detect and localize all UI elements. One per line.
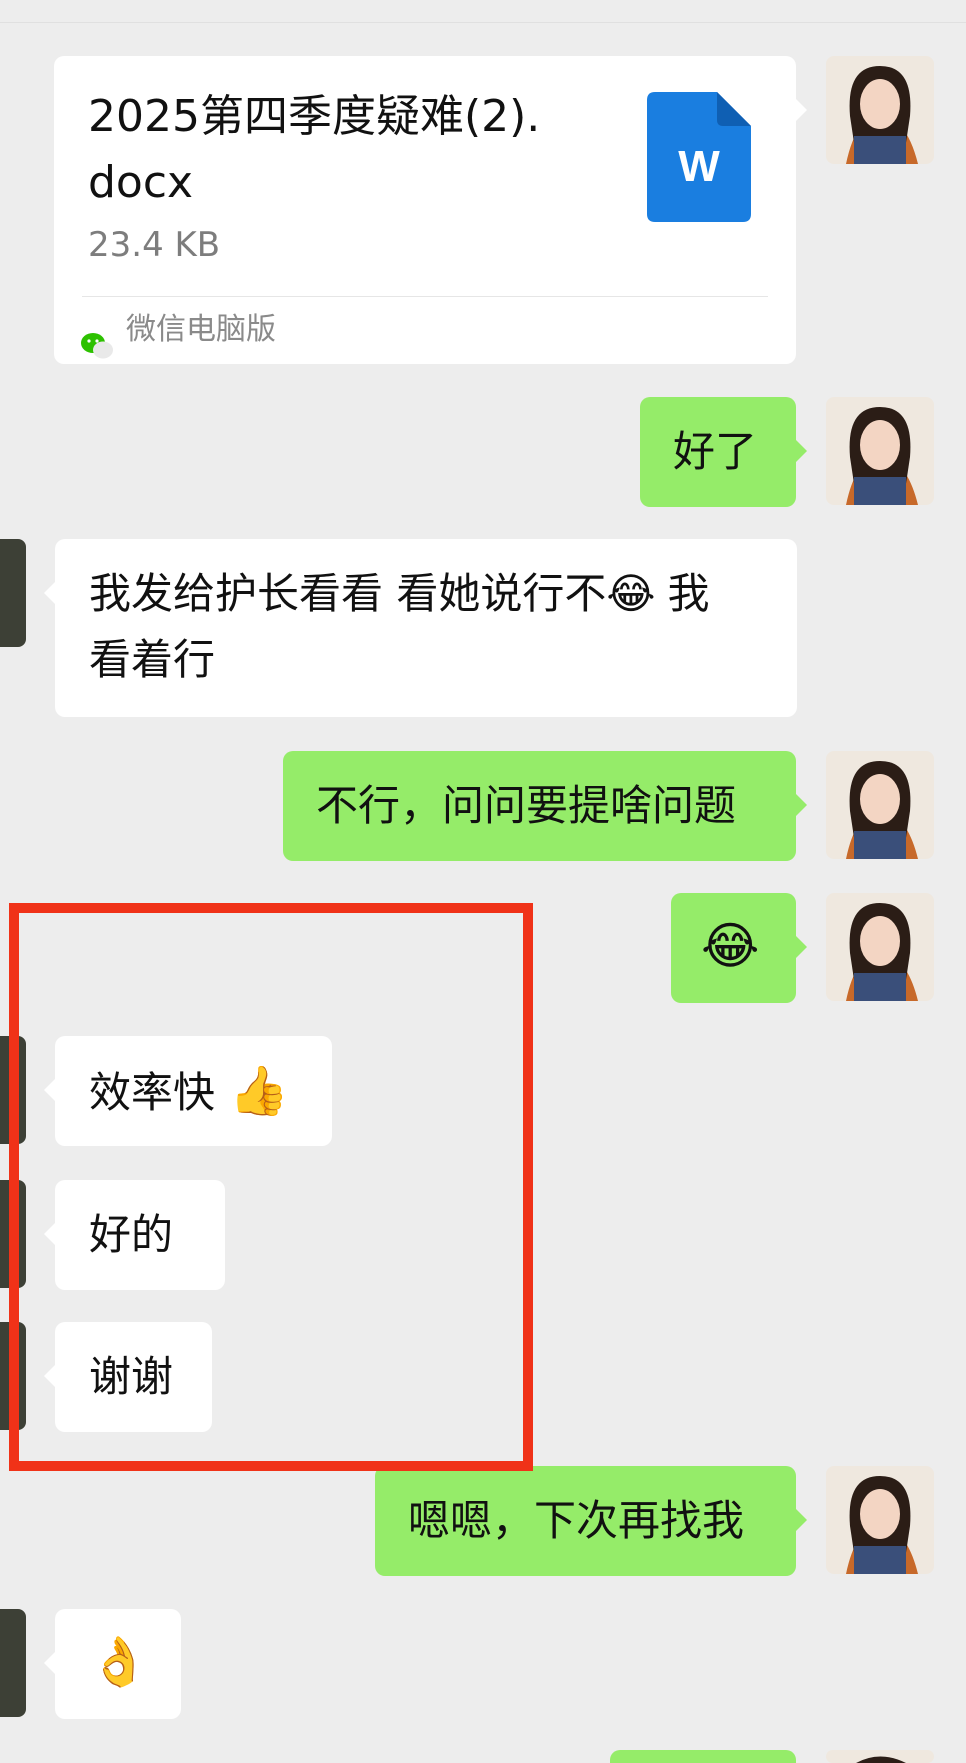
sent-message[interactable]: 嗯嗯，下次再找我 xyxy=(375,1466,796,1576)
bubble-tail xyxy=(796,99,807,121)
message-text: 好了 xyxy=(673,427,758,476)
bubble-tail xyxy=(796,794,807,816)
my-avatar[interactable] xyxy=(826,893,934,1001)
message-text-part: 我发给护长看看 看她说行不 xyxy=(89,569,607,618)
message-text: 不行，问问要提啥问题 xyxy=(316,781,737,830)
bubble-tail xyxy=(796,440,807,462)
top-divider xyxy=(0,22,966,23)
bubble-tail xyxy=(44,1652,55,1674)
file-source-label: 微信电脑版 xyxy=(126,312,276,347)
my-avatar[interactable] xyxy=(826,56,934,164)
my-avatar[interactable] xyxy=(826,751,934,859)
highlight-annotation-box xyxy=(9,903,533,1471)
received-message[interactable]: 👌 xyxy=(55,1609,181,1719)
friend-avatar[interactable] xyxy=(0,1609,26,1717)
my-avatar[interactable] xyxy=(826,397,934,505)
bubble-tail xyxy=(796,1509,807,1531)
my-avatar[interactable] xyxy=(826,1466,934,1574)
message-text-part: 我 xyxy=(667,569,710,618)
message-text: 看着行 xyxy=(89,635,216,684)
my-avatar[interactable] xyxy=(826,1750,934,1763)
bubble-tail xyxy=(796,936,807,958)
file-name-line1: 2025第四季度疑难(2). xyxy=(88,91,541,142)
word-icon-letter: W xyxy=(678,142,720,191)
sent-message[interactable]: 好了 xyxy=(640,397,796,507)
file-message-card[interactable]: 2025第四季度疑难(2). docx 23.4 KB W 微信电脑版 xyxy=(54,56,796,364)
file-size: 23.4 KB xyxy=(88,225,221,265)
laugh-emoji-icon: 😂 xyxy=(701,917,760,975)
message-text: 我发给护长看看 看她说行不😂 我 xyxy=(89,563,709,625)
wechat-logo-icon xyxy=(80,316,114,359)
friend-avatar[interactable] xyxy=(0,539,26,647)
received-message[interactable]: 我发给护长看看 看她说行不😂 我 看着行 xyxy=(55,539,797,717)
file-card-divider xyxy=(82,296,768,297)
ok-hand-emoji-icon: 👌 xyxy=(89,1634,149,1690)
sent-message[interactable]: 不行，问问要提啥问题 xyxy=(283,751,796,861)
sent-message[interactable]: 😂 xyxy=(671,893,796,1003)
word-file-icon: W xyxy=(647,92,751,222)
message-text: 嗯嗯，下次再找我 xyxy=(408,1496,745,1545)
bubble-tail xyxy=(44,582,55,604)
file-name-line2: docx xyxy=(88,157,194,208)
laugh-emoji-icon: 😂 xyxy=(606,569,656,618)
sent-message[interactable] xyxy=(610,1750,796,1763)
